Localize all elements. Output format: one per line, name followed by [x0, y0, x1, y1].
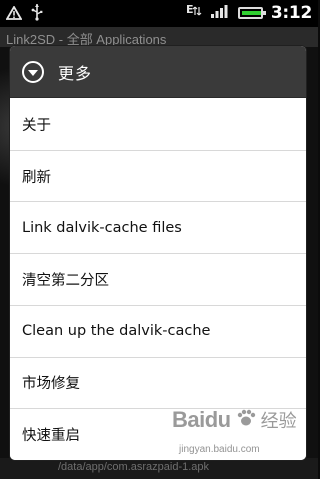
app-header: Link2SD - 全部 Applications — [0, 27, 318, 47]
chevron-down-icon — [28, 69, 38, 76]
chevron-circle-down-icon — [22, 60, 44, 83]
status-right-icons: E 3:12 — [184, 2, 312, 24]
menu-list: 关于 刷新 Link dalvik-cache files 清空第二分区 Cle… — [10, 99, 306, 460]
status-left-icons — [5, 3, 44, 25]
app-list-item-path: /data/app/com.asrazpaid-1.apk — [58, 461, 210, 473]
status-time: 3:12 — [270, 3, 312, 23]
menu-item-about[interactable]: 关于 — [10, 99, 306, 151]
menu-item-market-fix[interactable]: 市场修复 — [10, 357, 306, 410]
status-bar: E 3:12 — [0, 0, 318, 27]
menu-item-clear-second-partition[interactable]: 清空第二分区 — [10, 254, 306, 306]
menu-item-link-dalvik-cache[interactable]: Link dalvik-cache files — [10, 202, 306, 255]
more-menu-dialog: 更多 关于 刷新 Link dalvik-cache files 清空第二分区 … — [10, 46, 306, 460]
signal-icon — [210, 3, 230, 23]
battery-icon — [237, 7, 266, 19]
watermark-site: jingyan.baidu.com — [179, 444, 260, 455]
dialog-header: 更多 — [10, 46, 306, 98]
menu-item-quick-reboot[interactable]: 快速重启 — [10, 409, 306, 460]
menu-item-clean-dalvik-cache[interactable]: Clean up the dalvik-cache — [10, 305, 306, 358]
usb-icon — [30, 3, 44, 25]
data-e-icon: E — [184, 2, 202, 24]
svg-text:E: E — [186, 3, 194, 16]
menu-item-refresh[interactable]: 刷新 — [10, 150, 306, 203]
dialog-title: 更多 — [58, 63, 93, 83]
warning-icon — [5, 4, 23, 24]
battery-level — [241, 11, 261, 15]
screen: E 3:12 Link2SD - 全部 Applications /data/a… — [0, 0, 318, 479]
